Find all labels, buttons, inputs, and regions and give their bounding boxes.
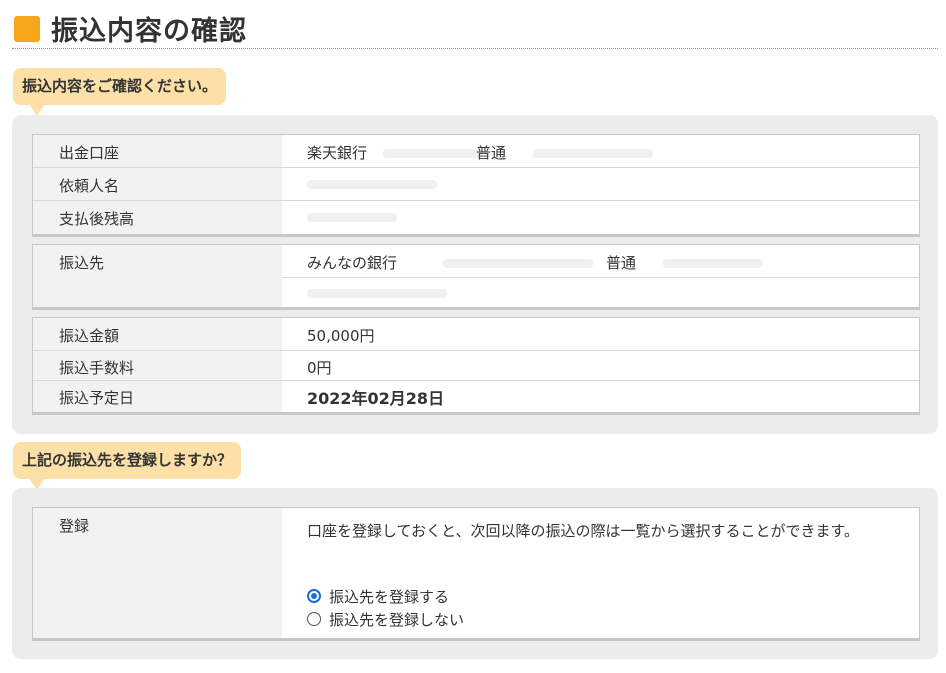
date-value: 2022年02月28日 — [307, 389, 445, 408]
title-marker-icon — [14, 16, 40, 42]
requester-row: 依頼人名 — [33, 168, 919, 201]
requester-label: 依頼人名 — [59, 177, 120, 195]
destination-label-cell: 振込先 — [33, 245, 282, 307]
masked-balance — [307, 213, 397, 222]
register-yes-radio[interactable] — [307, 589, 321, 603]
date-row: 振込予定日 2022年02月28日 — [33, 381, 919, 412]
fee-row: 振込手数料 0円 — [33, 351, 919, 381]
register-panel: 登録 口座を登録しておくと、次回以降の振込の際は一覧から選択することができます。… — [12, 488, 938, 659]
amount-label: 振込金額 — [59, 327, 120, 345]
row-label-cell: 振込予定日 — [33, 381, 282, 412]
date-label: 振込予定日 — [59, 389, 135, 407]
amount-row: 振込金額 50,000円 — [33, 318, 919, 351]
amount-group: 振込金額 50,000円 振込手数料 0円 振込予定日 2022年02月28日 — [32, 317, 920, 415]
destination-bank-name: みんなの銀行 — [307, 254, 398, 272]
page-title: 振込内容の確認 — [51, 16, 247, 47]
balance-label: 支払後残高 — [59, 210, 135, 228]
amount-value: 50,000円 — [307, 327, 375, 345]
confirm-panel: 出金口座 楽天銀行 普通 依頼人名 支払後残高 振込先 みんなの銀行 普通 振込… — [12, 115, 938, 434]
masked-account-number — [533, 149, 653, 158]
register-label: 登録 — [59, 517, 90, 535]
register-heading: 上記の振込先を登録しますか？ — [22, 451, 233, 469]
source-account-type: 普通 — [476, 144, 507, 162]
balance-row: 支払後残高 — [33, 201, 919, 234]
destination-account-type: 普通 — [606, 254, 637, 272]
register-description: 口座を登録しておくと、次回以降の振込の際は一覧から選択することができます。 — [307, 522, 860, 540]
page-header: 振込内容の確認 — [12, 6, 938, 49]
confirm-heading-bubble: 振込内容をご確認ください。 — [13, 68, 227, 116]
fee-label: 振込手数料 — [59, 359, 135, 377]
register-no-radio[interactable] — [307, 612, 321, 626]
register-yes-label[interactable]: 振込先を登録する — [329, 586, 449, 607]
bubble-tail — [29, 478, 45, 490]
masked-account-number — [663, 259, 763, 268]
row-label-cell: 振込金額 — [33, 318, 282, 350]
register-label-cell: 登録 — [33, 508, 282, 638]
row-label-cell: 振込手数料 — [33, 351, 282, 380]
row-label-cell: 依頼人名 — [33, 168, 282, 200]
masked-branch — [383, 149, 483, 158]
source-account-group: 出金口座 楽天銀行 普通 依頼人名 支払後残高 — [32, 134, 920, 237]
source-account-row: 出金口座 楽天銀行 普通 — [33, 135, 919, 168]
register-group: 登録 口座を登録しておくと、次回以降の振込の際は一覧から選択することができます。… — [32, 507, 920, 641]
fee-value: 0円 — [307, 359, 332, 377]
bubble-tail — [29, 104, 45, 116]
register-heading-bubble: 上記の振込先を登録しますか？ — [13, 442, 242, 490]
register-no-label[interactable]: 振込先を登録しない — [329, 609, 464, 630]
source-bank-name: 楽天銀行 — [307, 144, 368, 162]
masked-recipient-name — [307, 289, 447, 298]
row-label-cell: 出金口座 — [33, 135, 282, 167]
destination-group: 振込先 みんなの銀行 普通 — [32, 244, 920, 310]
destination-label: 振込先 — [59, 254, 105, 272]
confirm-heading: 振込内容をご確認ください。 — [22, 77, 218, 95]
masked-requester-name — [307, 180, 437, 189]
row-label-cell: 支払後残高 — [33, 201, 282, 234]
masked-branch — [443, 259, 593, 268]
source-account-label: 出金口座 — [59, 144, 120, 162]
